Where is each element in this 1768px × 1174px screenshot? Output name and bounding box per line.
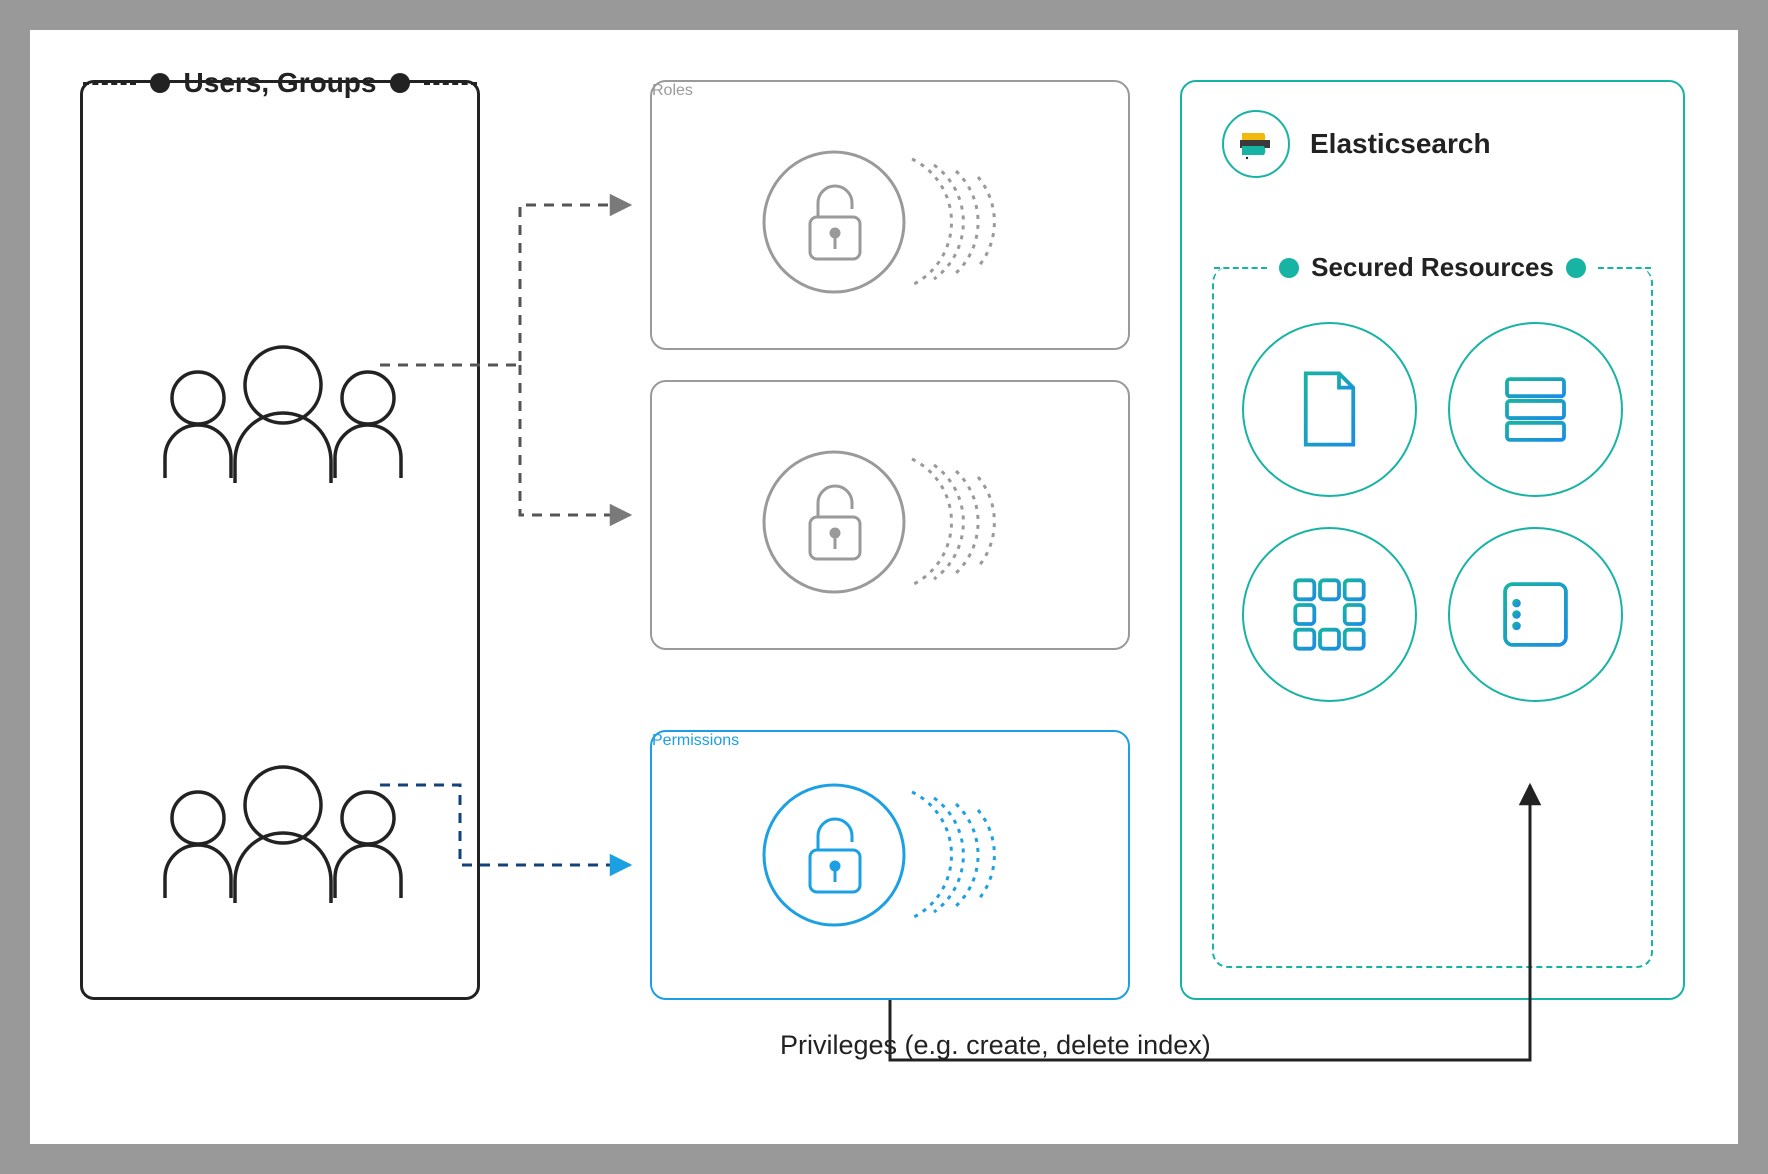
roles-card-secondary (650, 380, 1130, 650)
user-group-icon (153, 763, 413, 913)
roles-label: Roles (652, 82, 693, 99)
lock-cluster-icon (762, 137, 1022, 307)
resource-stack-icon (1448, 322, 1623, 497)
users-groups-panel: Users, Groups (80, 80, 480, 1000)
lock-cluster-icon (762, 437, 1022, 607)
resource-nodes-icon (1242, 527, 1417, 702)
dot-icon (1566, 258, 1586, 278)
permissions-card: Permissions (650, 730, 1130, 1000)
elasticsearch-panel: Elasticsearch Secured Resources (1180, 80, 1685, 1000)
elasticsearch-label: Elasticsearch (1310, 128, 1491, 160)
diagram-canvas: Users, Groups (30, 30, 1738, 1144)
dot-icon (1279, 258, 1299, 278)
dot-icon (150, 73, 170, 93)
lock-cluster-icon (762, 770, 1022, 940)
resource-list-icon (1448, 527, 1623, 702)
dot-icon (390, 73, 410, 93)
permissions-label: Permissions (652, 732, 739, 749)
privileges-label: Privileges (e.g. create, delete index) (780, 1030, 1211, 1061)
resource-document-icon (1242, 322, 1417, 497)
users-groups-label: Users, Groups (184, 67, 377, 99)
elasticsearch-logo-icon (1222, 110, 1290, 178)
secured-resources-panel: Secured Resources (1212, 267, 1653, 968)
secured-resources-label: Secured Resources (1311, 252, 1554, 283)
roles-card: Roles (650, 80, 1130, 350)
user-group-icon (153, 343, 413, 493)
